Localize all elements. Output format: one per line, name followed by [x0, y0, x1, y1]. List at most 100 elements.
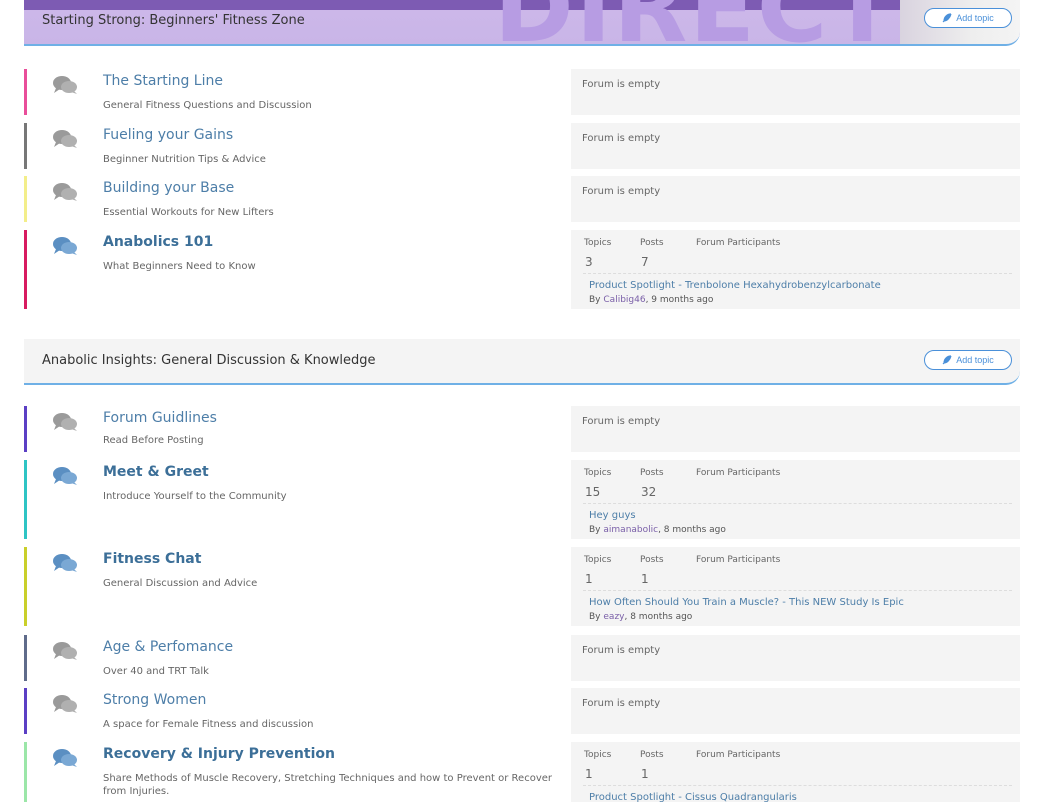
forum-stripe	[24, 230, 27, 309]
forum-stats-panel: Topics Posts Forum Participants 1 1 Prod…	[571, 742, 1020, 803]
divider	[583, 503, 1012, 504]
forum-title-link[interactable]: Forum Guidlines	[103, 410, 217, 426]
author-link[interactable]: aimanabolic	[603, 525, 658, 535]
forum-empty-text: Forum is empty	[582, 416, 661, 427]
topics-count: 15	[585, 485, 601, 499]
topics-count: 3	[585, 255, 593, 269]
forum-title-link[interactable]: Building your Base	[103, 180, 234, 196]
divider	[583, 590, 1012, 591]
forum-title-link[interactable]: Fitness Chat	[103, 551, 201, 567]
forum-row: Fueling your Gains Beginner Nutrition Ti…	[24, 123, 1020, 169]
category-anabolic-insights: Anabolic Insights: General Discussion & …	[24, 339, 1020, 385]
add-topic-button[interactable]: Add topic	[924, 350, 1012, 370]
forum-description: Introduce Yourself to the Community	[103, 491, 287, 502]
forum-empty-text: Forum is empty	[582, 133, 661, 144]
by-label: By	[589, 295, 601, 305]
forum-row: Recovery & Injury Prevention Share Metho…	[24, 742, 1020, 803]
forum-description: Read Before Posting	[103, 435, 204, 446]
topics-label: Topics	[584, 555, 612, 565]
forum-empty-text: Forum is empty	[582, 79, 661, 90]
forum-description: A space for Female Fitness and discussio…	[103, 719, 314, 730]
posts-label: Posts	[640, 750, 664, 760]
chat-bubbles-icon	[53, 749, 77, 767]
forum-description: Share Methods of Muscle Recovery, Stretc…	[103, 773, 552, 797]
forum-description: General Discussion and Advice	[103, 578, 258, 589]
chat-bubbles-icon	[53, 413, 77, 431]
last-topic-link[interactable]: Product Spotlight - Trenbolone Hexahydro…	[589, 280, 881, 291]
forum-row: Age & Perfomance Over 40 and TRT Talk Fo…	[24, 635, 1020, 681]
chat-bubbles-icon	[53, 554, 77, 572]
forum-empty-text: Forum is empty	[582, 698, 661, 709]
forum-title-link[interactable]: Strong Women	[103, 692, 206, 708]
forum-stats-panel: Forum is empty	[571, 123, 1020, 169]
forum-row: Anabolics 101 What Beginners Need to Kno…	[24, 230, 1020, 309]
forum-description: General Fitness Questions and Discussion	[103, 100, 312, 111]
forum-stats-panel: Topics Posts Forum Participants 1 1 How …	[571, 547, 1020, 626]
post-time: , 8 months ago	[658, 525, 726, 535]
topics-label: Topics	[584, 750, 612, 760]
forum-stats-panel: Forum is empty	[571, 69, 1020, 115]
chat-bubbles-icon	[53, 76, 77, 94]
chat-bubbles-icon	[53, 237, 77, 255]
last-post-meta: By eazy, 8 months ago	[589, 612, 692, 622]
forum-stripe	[24, 688, 27, 734]
last-topic-link[interactable]: How Often Should You Train a Muscle? - T…	[589, 597, 904, 608]
chat-bubbles-icon	[53, 183, 77, 201]
add-topic-button[interactable]: Add topic	[924, 8, 1012, 28]
forum-stripe	[24, 123, 27, 169]
topics-count: 1	[585, 572, 593, 586]
add-topic-label: Add topic	[956, 355, 994, 365]
forum-title-link[interactable]: The Starting Line	[103, 73, 223, 89]
banner-watermark: DIRECT	[494, 0, 897, 44]
category-starting-strong: DIRECT Starting Strong: Beginners' Fitne…	[24, 0, 1020, 46]
add-topic-label: Add topic	[956, 13, 994, 23]
forum-stats-panel: Forum is empty	[571, 406, 1020, 452]
chat-bubbles-icon	[53, 695, 77, 713]
topics-count: 1	[585, 767, 593, 781]
forum-stripe	[24, 635, 27, 681]
posts-label: Posts	[640, 468, 664, 478]
forum-title-link[interactable]: Age & Perfomance	[103, 639, 233, 655]
topics-label: Topics	[584, 468, 612, 478]
posts-count: 7	[641, 255, 649, 269]
divider	[583, 273, 1012, 274]
forum-stats-panel: Forum is empty	[571, 688, 1020, 734]
forum-title-link[interactable]: Anabolics 101	[103, 234, 213, 250]
forum-description: Essential Workouts for New Lifters	[103, 207, 274, 218]
forum-stripe	[24, 547, 27, 626]
forum-description: Over 40 and TRT Talk	[103, 666, 209, 677]
posts-count: 1	[641, 572, 649, 586]
feather-icon	[942, 13, 952, 23]
post-time: , 8 months ago	[624, 612, 693, 622]
forum-title-link[interactable]: Meet & Greet	[103, 464, 209, 480]
posts-count: 1	[641, 767, 649, 781]
forum-stats-panel: Topics Posts Forum Participants 15 32 He…	[571, 460, 1020, 539]
participants-label: Forum Participants	[696, 555, 781, 565]
forum-row: Fitness Chat General Discussion and Advi…	[24, 547, 1020, 626]
forum-title-link[interactable]: Fueling your Gains	[103, 127, 233, 143]
last-topic-link[interactable]: Hey guys	[589, 510, 636, 521]
forum-stripe	[24, 176, 27, 222]
author-link[interactable]: Calibig46	[603, 295, 645, 305]
last-topic-link[interactable]: Product Spotlight - Cissus Quadrangulari…	[589, 792, 797, 803]
forum-stripe	[24, 406, 27, 452]
forum-description: Beginner Nutrition Tips & Advice	[103, 154, 266, 165]
forum-row: Building your Base Essential Workouts fo…	[24, 176, 1020, 222]
forum-stripe	[24, 460, 27, 539]
chat-bubbles-icon	[53, 642, 77, 660]
posts-label: Posts	[640, 238, 664, 248]
feather-icon	[942, 355, 952, 365]
topics-label: Topics	[584, 238, 612, 248]
post-time: , 9 months ago	[645, 295, 714, 305]
posts-label: Posts	[640, 555, 664, 565]
author-link[interactable]: eazy	[603, 612, 624, 622]
forum-title-link[interactable]: Recovery & Injury Prevention	[103, 746, 335, 762]
by-label: By	[589, 525, 601, 535]
forum-empty-text: Forum is empty	[582, 186, 661, 197]
category-title: Starting Strong: Beginners' Fitness Zone	[42, 13, 305, 28]
participants-label: Forum Participants	[696, 750, 781, 760]
forum-row: Meet & Greet Introduce Yourself to the C…	[24, 460, 1020, 539]
last-post-meta: By Calibig46, 9 months ago	[589, 295, 713, 305]
forum-description: What Beginners Need to Know	[103, 261, 256, 272]
by-label: By	[589, 612, 601, 622]
